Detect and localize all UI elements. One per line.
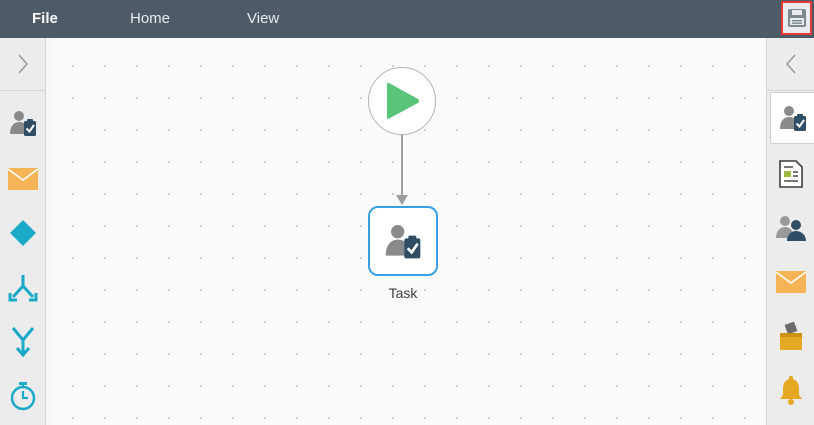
tool-timer[interactable] <box>0 371 45 421</box>
flow-connector[interactable] <box>401 135 403 197</box>
right-tool-form[interactable] <box>767 148 814 200</box>
task-node[interactable] <box>368 206 438 276</box>
timer-icon <box>10 382 35 411</box>
chevron-left-icon <box>785 54 796 74</box>
tool-merge[interactable] <box>0 317 45 367</box>
flow-arrowhead <box>396 195 408 205</box>
decision-diamond-icon <box>9 220 36 246</box>
save-disk-icon <box>787 9 806 27</box>
save-button[interactable] <box>781 1 812 35</box>
menu-file[interactable]: File <box>32 0 58 38</box>
tool-decision[interactable] <box>0 208 45 258</box>
bell-icon <box>780 376 802 405</box>
user-task-icon <box>385 225 421 259</box>
tool-user-task[interactable] <box>0 98 45 148</box>
right-tool-user-group[interactable] <box>767 202 814 254</box>
mail-icon <box>7 168 38 190</box>
tool-mail[interactable] <box>0 154 45 204</box>
right-tool-user-task[interactable] <box>770 92 814 144</box>
right-tool-palette <box>766 38 814 425</box>
mail-icon <box>776 271 806 293</box>
tool-split[interactable] <box>0 263 45 313</box>
top-menu-bar: File Home View <box>0 0 814 38</box>
right-tool-notification[interactable] <box>767 364 814 416</box>
form-document-icon <box>779 160 803 188</box>
user-task-icon <box>780 106 806 131</box>
task-node-label: Task <box>388 285 418 301</box>
play-icon <box>387 82 419 119</box>
user-group-icon <box>776 216 806 241</box>
expand-left-panel-button[interactable] <box>0 38 45 91</box>
user-task-icon <box>9 111 36 136</box>
right-tool-mail[interactable] <box>767 256 814 308</box>
split-arrows-icon <box>8 275 37 302</box>
merge-arrows-icon <box>11 327 34 358</box>
right-tool-ballot[interactable] <box>767 310 814 362</box>
menu-home[interactable]: Home <box>130 0 170 38</box>
collapse-right-panel-button[interactable] <box>767 38 814 91</box>
menu-view[interactable]: View <box>247 0 279 38</box>
start-node[interactable] <box>368 67 436 135</box>
chevron-right-icon <box>17 54 28 74</box>
left-tool-palette <box>0 38 46 425</box>
ballot-box-icon <box>780 321 802 350</box>
